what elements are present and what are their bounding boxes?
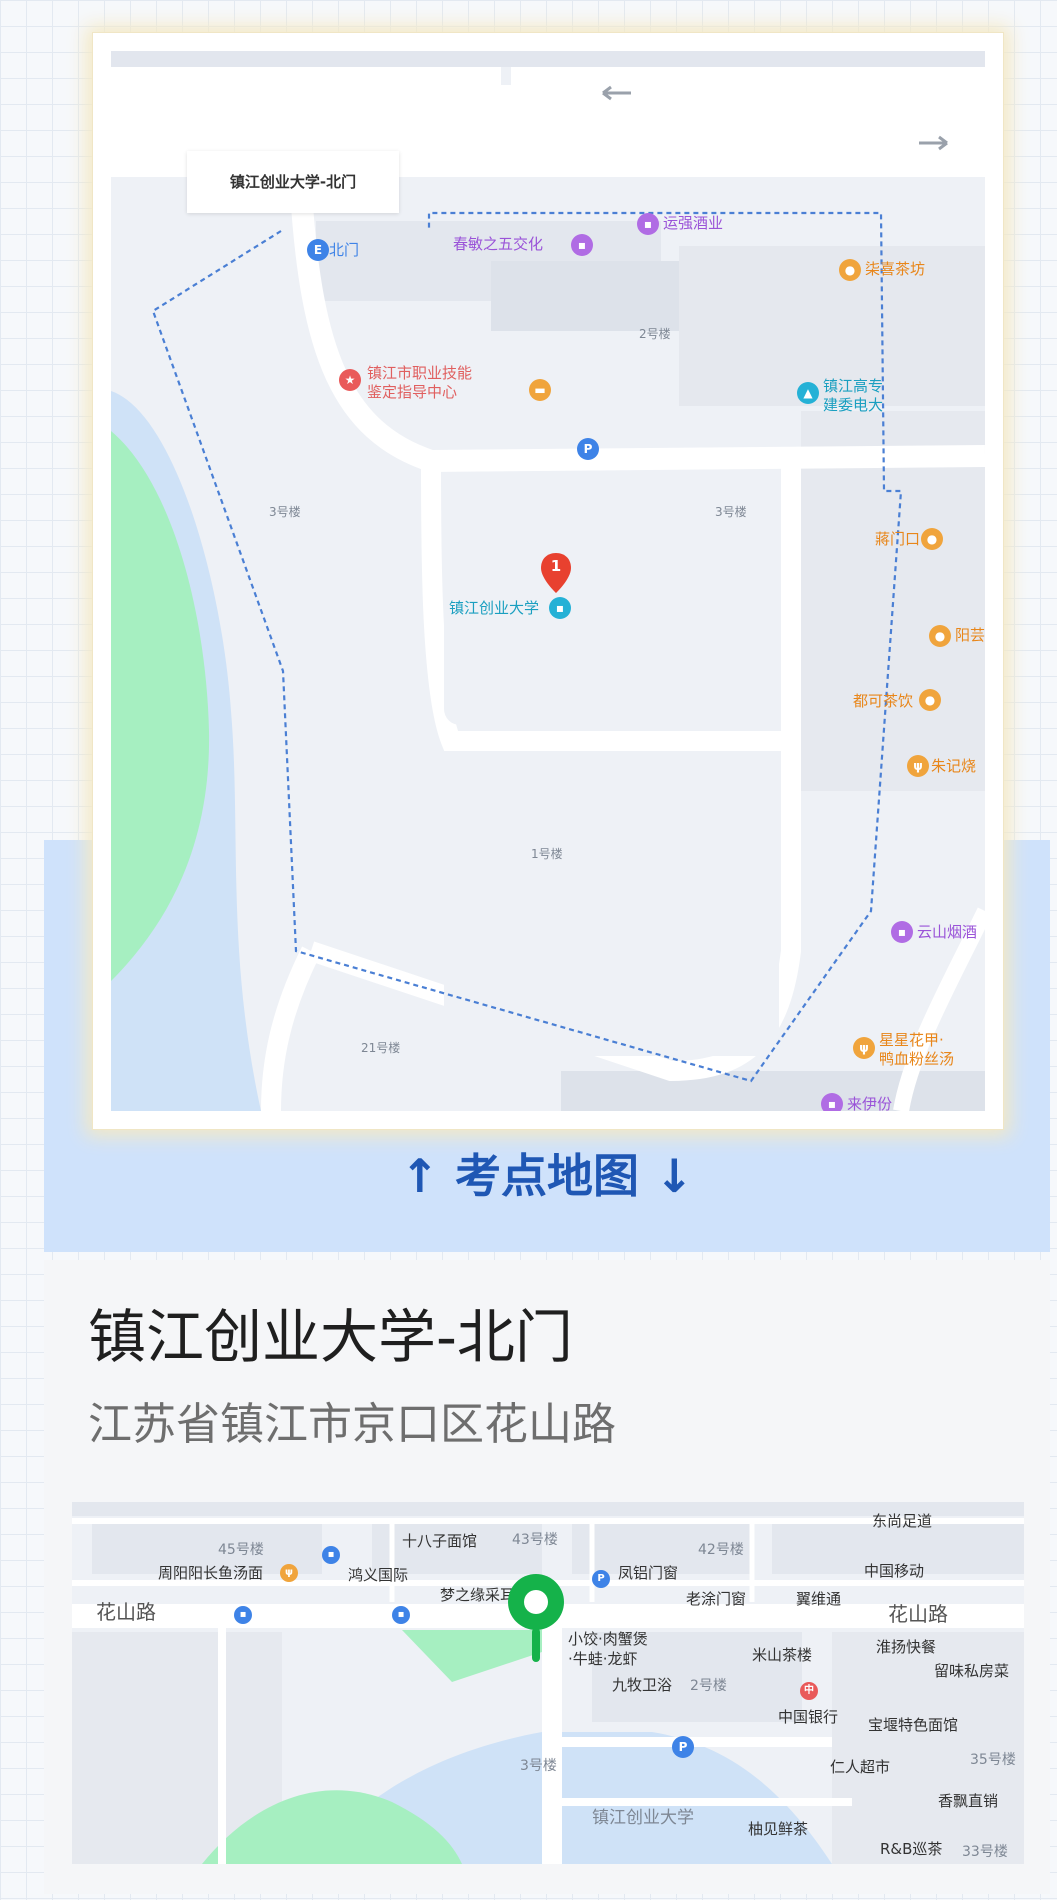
place-address: 江苏省镇江市京口区花山路 [88, 1399, 616, 1450]
building-21-label: 21号楼 [361, 1041, 401, 1055]
mini-label-fenglv: 凤铝门窗 [618, 1564, 679, 1582]
mini-label-rb: R&B巡茶 [880, 1840, 943, 1858]
mini-label-mishan: 米山茶楼 [752, 1646, 813, 1664]
mini-label-zhouyang: 周阳阳长鱼汤面 [158, 1564, 264, 1582]
school-icon[interactable]: ▲ [797, 382, 819, 404]
mini-label-univ: 镇江创业大学 [592, 1808, 694, 1828]
restaurant-icon[interactable]: ψ [907, 755, 929, 777]
mini-map-base [72, 1502, 1024, 1864]
restaurant-icon[interactable]: ψ [280, 1564, 298, 1582]
marker-number: 1 [550, 557, 562, 575]
road-huashan-left: 花山路 [96, 1600, 156, 1624]
mini-label-renren: 仁人超市 [830, 1758, 891, 1776]
mini-label-yiweitong: 翼维通 [796, 1590, 842, 1608]
map-caption: ↑ 考点地图 ↓ [400, 1149, 694, 1203]
mini-label-b35: 35号楼 [970, 1752, 1016, 1768]
vocational-label-line1: 镇江市职业技能 [367, 364, 473, 382]
mini-label-baodui: 宝堰特色面馆 [868, 1716, 959, 1734]
mini-label-b3: 3号楼 [520, 1758, 557, 1774]
bank-icon[interactable]: 中 [800, 1682, 818, 1700]
mini-label-youjian: 柚见鲜茶 [748, 1820, 809, 1838]
restaurant-icon[interactable]: ψ [853, 1037, 875, 1059]
mini-label-jiumu: 九牧卫浴 [612, 1676, 673, 1694]
mini-label-b33: 33号楼 [962, 1844, 1008, 1860]
shop-icon[interactable]: ▪ [891, 921, 913, 943]
restaurant-icon[interactable]: ● [839, 259, 861, 281]
bus-stop-icon[interactable]: ▪ [392, 1606, 410, 1624]
mini-label-shibazi: 十八子面馆 [402, 1532, 478, 1550]
gaozhuan-label-line1: 镇江高专 [823, 377, 884, 395]
gaozhuan-label-line2: 建委电大 [823, 396, 884, 414]
yangjia-label: 阳芸 [955, 626, 985, 644]
landmark-icon[interactable]: ★ [339, 369, 361, 391]
campus-map-card: E ▪ ▪ ● ★ ▬ ▲ P ● ▪ ● ● ψ ▪ ψ ▪ 1 北门 运强酒… [92, 32, 1004, 1130]
parking-icon[interactable]: P [592, 1570, 610, 1588]
bus-stop-icon[interactable]: ▪ [234, 1606, 252, 1624]
vocational-label-line2: 鉴定指导中心 [367, 383, 458, 401]
xingxing-label-line1: 星星花甲· [879, 1031, 944, 1049]
yunshan-label: 云山烟酒 [917, 923, 978, 941]
yunqiang-label: 运强酒业 [663, 214, 724, 232]
restaurant-icon[interactable]: ● [929, 625, 951, 647]
parking-icon[interactable]: P [577, 438, 599, 460]
building-2-label: 2号楼 [639, 327, 671, 341]
chunmin-label: 春敏之五交化 [453, 235, 544, 253]
building-3-left-label: 3号楼 [269, 505, 301, 519]
building-1-label: 1号楼 [531, 847, 563, 861]
road-huashan-right: 花山路 [888, 1602, 948, 1626]
mini-label-bank: 中国银行 [778, 1708, 839, 1726]
mini-label-b42: 42号楼 [698, 1542, 744, 1558]
gate-callout: 镇江创业大学-北门 [187, 151, 399, 213]
restaurant-icon[interactable]: ● [921, 528, 943, 550]
duke-label: 都可茶饮 [853, 692, 914, 710]
location-pin-icon[interactable] [504, 1572, 568, 1664]
jiangmenkou-label: 蔣门口 [875, 530, 921, 548]
mini-label-hongyi: 鸿义国际 [348, 1566, 409, 1584]
location-mini-map[interactable]: 花山路 花山路 东尚足道 十八子面馆 43号楼 45号楼 42号楼 周阳阳长鱼汤… [72, 1502, 1024, 1864]
mini-label-b45: 45号楼 [218, 1542, 264, 1558]
shop-icon[interactable]: ▪ [571, 234, 593, 256]
parking-icon[interactable]: P [672, 1736, 694, 1758]
school-icon[interactable]: ▪ [549, 597, 571, 619]
building-3-right-label: 3号楼 [715, 505, 747, 519]
building-icon[interactable]: ▪ [322, 1546, 340, 1564]
zhuji-label: 朱记烧 [931, 757, 977, 775]
laiyifen-label: 来伊份 [847, 1095, 893, 1111]
university-label: 镇江创业大学 [449, 599, 540, 617]
mini-label-mobile: 中国移动 [864, 1562, 925, 1580]
mini-label-b43: 43号楼 [512, 1532, 558, 1548]
shop-icon[interactable]: ▪ [821, 1093, 843, 1111]
restaurant-icon[interactable]: ● [919, 689, 941, 711]
mini-label-laotu: 老涂门窗 [686, 1590, 747, 1608]
north-gate-label: 北门 [329, 241, 360, 259]
mini-label-xiangpiao: 香飘直销 [938, 1792, 999, 1810]
gate-icon[interactable]: E [307, 239, 329, 261]
mini-label-xiaojiao-1: 小饺·肉蟹煲 [568, 1630, 648, 1648]
xingxing-label-line2: 鸭血粉丝汤 [879, 1050, 955, 1068]
place-info-card: 镇江创业大学-北门 江苏省镇江市京口区花山路 花山路 花山路 东尚足道 十八子面… [44, 1260, 1050, 1894]
mini-label-liuwei: 留味私房菜 [934, 1662, 1010, 1680]
mini-label-huaiyang: 淮扬快餐 [876, 1638, 937, 1656]
mini-label-b2: 2号楼 [690, 1678, 727, 1694]
chaxi-label: 柒喜茶坊 [865, 260, 926, 278]
place-name: 镇江创业大学-北门 [88, 1303, 573, 1371]
shop-icon[interactable]: ▬ [529, 379, 551, 401]
shop-icon[interactable]: ▪ [637, 213, 659, 235]
mini-label-dongshang: 东尚足道 [872, 1512, 933, 1530]
mini-label-xiaojiao-2: ·牛蛙·龙虾 [568, 1650, 638, 1668]
